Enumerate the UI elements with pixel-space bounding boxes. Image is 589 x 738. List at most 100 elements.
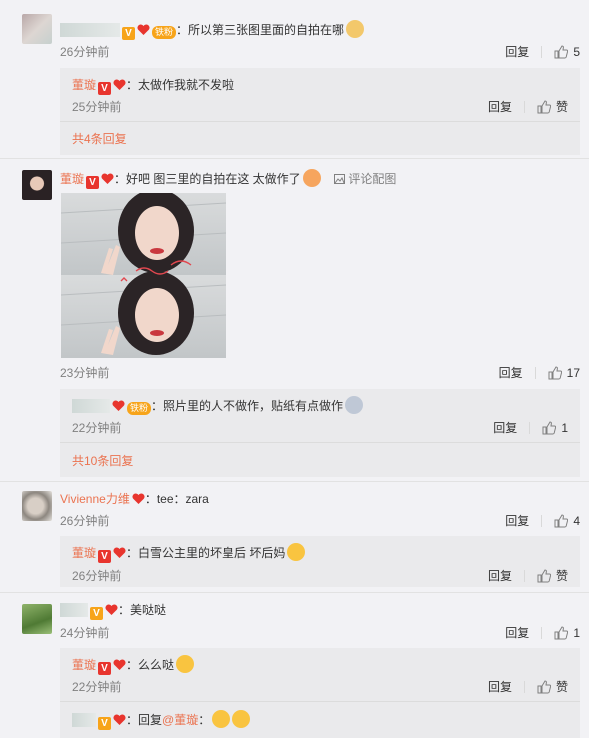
reply-text-tail: ：: [198, 713, 211, 727]
heart-icon: [113, 547, 126, 558]
reply-button[interactable]: 回复: [488, 678, 512, 695]
reply-list: 董璇 V ：太做作我就不发啦 25分钟前 回复 赞 共4条回复: [60, 68, 580, 155]
comment-header: 董璇 V ：好吧 图三里的自拍在这 太做作了 评论配图: [60, 169, 396, 189]
reply-button[interactable]: 回复: [505, 624, 529, 641]
like-button[interactable]: 17: [548, 366, 580, 380]
avatar[interactable]: [22, 170, 52, 200]
divider: [541, 514, 543, 527]
like-button[interactable]: 1: [542, 421, 568, 435]
like-button[interactable]: 赞: [537, 678, 568, 695]
like-button[interactable]: 1: [554, 626, 580, 640]
divider: [534, 366, 536, 379]
verified-icon: V: [86, 176, 100, 189]
divider: [541, 45, 543, 58]
reply-username[interactable]: 董璇: [72, 78, 96, 92]
comment-text: ：好吧 图三里的自拍在这 太做作了: [114, 172, 301, 186]
like-button[interactable]: 赞: [537, 567, 568, 584]
divider: [529, 421, 531, 434]
reply-header: 董璇 V ：白雪公主里的坏皇后 坏后妈: [72, 543, 306, 563]
comment-actions: 回复 4: [505, 512, 580, 529]
avatar[interactable]: [22, 604, 52, 634]
like-label: 赞: [555, 569, 568, 583]
like-count: 4: [573, 513, 580, 528]
avatar[interactable]: [22, 14, 52, 44]
divider: [523, 100, 525, 113]
comment-username[interactable]: Vivienne力维: [60, 492, 130, 506]
blurred-username[interactable]: [72, 713, 96, 727]
reply-text: ：照片里的人不做作，贴纸有点做作: [151, 399, 344, 413]
like-button[interactable]: 4: [554, 514, 580, 528]
like-count: 1: [561, 420, 568, 435]
verified-icon: V: [122, 27, 135, 40]
reply-username[interactable]: 董璇: [72, 546, 96, 560]
cry-emoji-icon: [345, 396, 364, 414]
reply-text: ：么么哒: [126, 658, 175, 672]
reply-time: 26分钟前: [72, 569, 122, 583]
comment-header: V 铁粉 ：所以第三张图里面的自拍在哪: [60, 20, 365, 40]
fan-badge: 铁粉: [127, 402, 152, 415]
heart-icon: [113, 659, 126, 670]
reply-list: 董璇 V ：白雪公主里的坏皇后 坏后妈 26分钟前 回复 赞: [60, 536, 580, 587]
reply-list: 董璇 V ：么么哒 22分钟前 回复 赞 V ：回复@董璇：: [60, 648, 580, 738]
like-button[interactable]: 赞: [537, 98, 568, 115]
comment-item: 董璇 V ：好吧 图三里的自拍在这 太做作了 评论配图 23分钟前 回复 17 …: [0, 160, 589, 480]
selfie-image: [61, 193, 226, 358]
heart-icon: [105, 604, 118, 615]
reply-time: 22分钟前: [72, 680, 122, 694]
reply-button[interactable]: 回复: [488, 567, 512, 584]
reply-button[interactable]: 回复: [505, 43, 529, 60]
thumb-up-icon: [537, 568, 551, 582]
smirk-emoji-icon: [302, 169, 321, 187]
comment-picture-link[interactable]: 评论配图: [334, 172, 396, 186]
divider: [60, 442, 580, 443]
reply-text: ：白雪公主里的坏皇后 坏后妈: [126, 546, 286, 560]
avatar[interactable]: [22, 491, 52, 521]
like-count: 1: [573, 625, 580, 640]
reply-header: 铁粉 ：照片里的人不做作，贴纸有点做作: [72, 396, 364, 415]
comment-username[interactable]: 董璇: [60, 172, 84, 186]
reply-header: 董璇 V ：么么哒: [72, 655, 195, 675]
comment-time: 26分钟前: [60, 45, 110, 59]
verified-icon: V: [98, 717, 111, 730]
heart-icon: [101, 173, 114, 184]
comment-header: Vivienne力维 ：tee：zara: [60, 490, 209, 507]
reply-username[interactable]: 董璇: [72, 658, 96, 672]
thumb-up-icon: [554, 513, 569, 527]
kiss-emoji-icon: [232, 710, 251, 728]
blurred-username[interactable]: [60, 23, 120, 37]
reply-button[interactable]: 回复: [488, 98, 512, 115]
reply-actions: 回复 赞: [488, 567, 568, 584]
comment-text: ：tee：zara: [144, 492, 209, 506]
thumb-up-icon: [548, 365, 562, 379]
comment-photo[interactable]: [61, 193, 226, 358]
divider: [523, 680, 525, 693]
thumb-up-icon: [554, 625, 569, 639]
reply-button[interactable]: 回复: [505, 512, 529, 529]
like-button[interactable]: 5: [554, 45, 580, 59]
like-label: 赞: [555, 680, 568, 694]
comment-header: V ：美哒哒: [60, 601, 166, 620]
blurred-username[interactable]: [72, 399, 110, 413]
mention-link[interactable]: @董璇: [162, 713, 198, 727]
reply-actions: 回复 赞: [488, 678, 568, 695]
divider: [541, 626, 543, 639]
reply-button[interactable]: 回复: [499, 364, 523, 381]
more-replies-link[interactable]: 共4条回复: [72, 130, 127, 147]
kiss-emoji-icon: [212, 710, 231, 728]
reply-button[interactable]: 回复: [493, 419, 517, 436]
comment-time: 24分钟前: [60, 626, 110, 640]
verified-icon: V: [98, 82, 112, 95]
like-count: 17: [566, 365, 580, 380]
reply-actions: 回复 赞: [488, 98, 568, 115]
reply-actions: 回复 1: [493, 419, 568, 436]
comment-text: ：所以第三张图里面的自拍在哪: [176, 23, 345, 37]
more-replies-link[interactable]: 共10条回复: [72, 452, 133, 469]
comment-text: ：美哒哒: [118, 603, 167, 617]
reply-text: ：太做作我就不发啦: [126, 78, 235, 92]
verified-icon: V: [90, 607, 103, 620]
divider: [60, 121, 580, 122]
blurred-username[interactable]: [60, 603, 88, 617]
comment-actions: 回复 17: [499, 364, 580, 381]
fan-badge: 铁粉: [152, 26, 177, 39]
heart-icon: [112, 400, 125, 411]
